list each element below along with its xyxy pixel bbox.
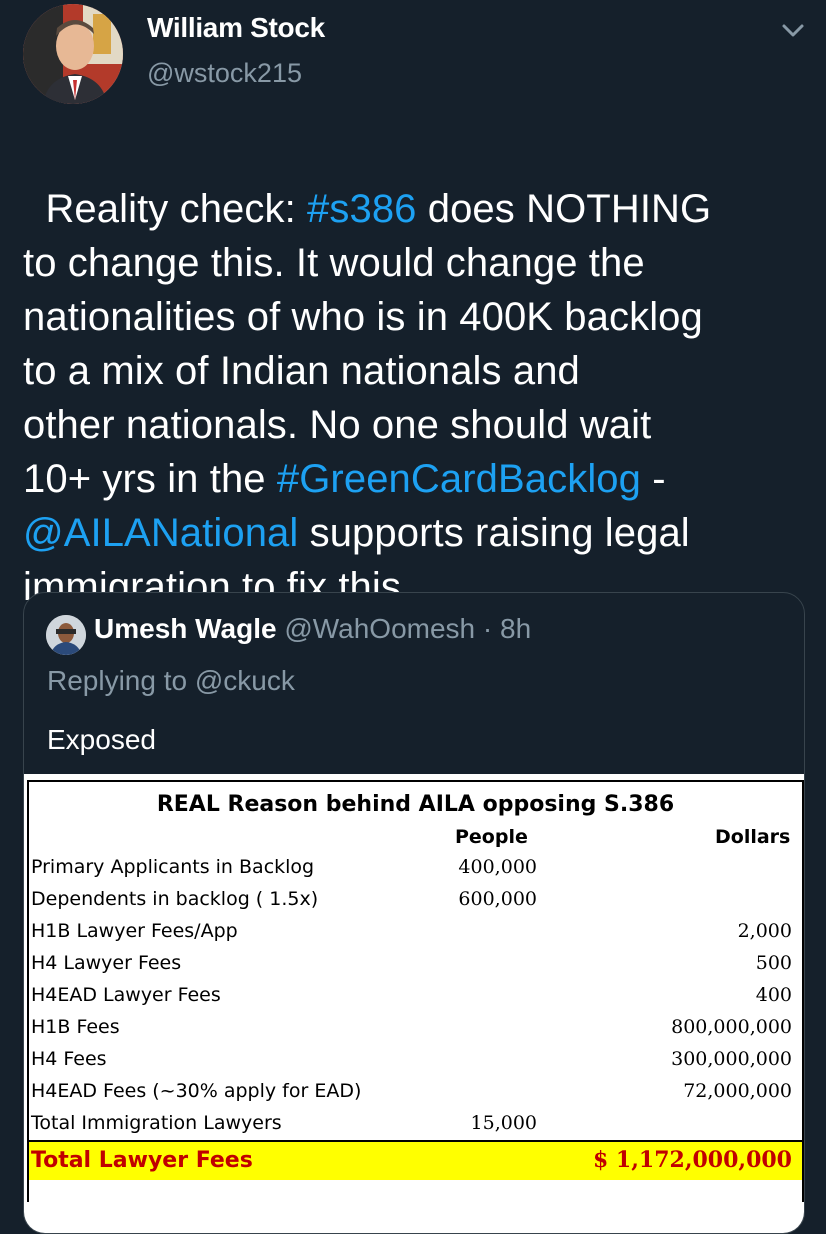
tweet-text-segment: - — [652, 457, 666, 501]
quoted-tweet-card[interactable]: Umesh Wagle @WahOomesh · 8h Replying to … — [23, 592, 805, 1234]
spreadsheet-image[interactable]: REAL Reason behind AILA opposing S.386 P… — [24, 774, 804, 1233]
quoted-author-meta: @WahOomesh · 8h — [276, 613, 532, 644]
tweet-header: William Stock @wstock215 — [0, 0, 826, 110]
table-row: H4 Fees 300,000,000 — [29, 1044, 802, 1076]
hashtag-link[interactable]: #GreenCardBacklog — [277, 457, 641, 501]
row-people: 15,000 — [470, 1112, 537, 1134]
table-row: Dependents in backlog ( 1.5x) 600,000 — [29, 884, 802, 916]
row-label: Primary Applicants in Backlog — [31, 856, 315, 878]
quoted-author-name[interactable]: Umesh Wagle — [94, 613, 277, 644]
column-header-people: People — [455, 826, 528, 848]
row-label: Total Immigration Lawyers — [31, 1112, 282, 1134]
row-label: H4 Lawyer Fees — [31, 952, 182, 974]
table-row: H4EAD Fees (~30% apply for EAD) 72,000,0… — [29, 1076, 802, 1108]
row-people: 400,000 — [458, 856, 537, 878]
table-row: Total Immigration Lawyers 15,000 — [29, 1108, 802, 1140]
author-handle[interactable]: @wstock215 — [147, 58, 302, 89]
row-label: Dependents in backlog ( 1.5x) — [31, 888, 319, 910]
row-label: H4 Fees — [31, 1048, 107, 1070]
quoted-text: Exposed — [47, 724, 156, 755]
chevron-down-icon[interactable] — [778, 18, 808, 42]
row-dollars: 500 — [755, 952, 792, 974]
table-row: H1B Fees 800,000,000 — [29, 1012, 802, 1044]
table-row: H4 Lawyer Fees 500 — [29, 948, 802, 980]
row-dollars: 2,000 — [737, 920, 792, 942]
sheet-title: REAL Reason behind AILA opposing S.386 — [156, 792, 675, 817]
table-row: Primary Applicants in Backlog 400,000 — [29, 852, 802, 884]
row-label: H1B Lawyer Fees/App — [31, 920, 238, 942]
spreadsheet-table: REAL Reason behind AILA opposing S.386 P… — [27, 780, 804, 1202]
row-label: H4EAD Lawyer Fees — [31, 984, 221, 1006]
mention-link[interactable]: @AILANational — [23, 511, 298, 555]
total-label: Total Lawyer Fees — [31, 1148, 253, 1173]
tweet-body: Reality check: #s386 does NOTHING to cha… — [23, 128, 813, 614]
row-dollars: 400 — [755, 984, 792, 1006]
row-dollars: 72,000,000 — [683, 1080, 792, 1102]
table-row: H1B Lawyer Fees/App 2,000 — [29, 916, 802, 948]
row-dollars: 800,000,000 — [671, 1016, 792, 1038]
total-dollars: $ 1,172,000,000 — [592, 1147, 792, 1173]
quoted-author-avatar — [46, 615, 86, 655]
row-people: 600,000 — [458, 888, 537, 910]
row-label: H4EAD Fees (~30% apply for EAD) — [31, 1080, 362, 1102]
hashtag-link[interactable]: #s386 — [307, 187, 416, 231]
author-display-name[interactable]: William Stock — [147, 12, 325, 44]
tweet-text-segment: does NOTHING to change this. It would ch… — [23, 187, 712, 501]
row-dollars: 300,000,000 — [671, 1048, 792, 1070]
row-label: H1B Fees — [31, 1016, 120, 1038]
replying-to: Replying to @ckuck — [47, 665, 295, 696]
total-row: Total Lawyer Fees $ 1,172,000,000 — [29, 1140, 802, 1180]
column-header-dollars: Dollars — [715, 826, 791, 848]
table-row: H4EAD Lawyer Fees 400 — [29, 980, 802, 1012]
quoted-header: Umesh Wagle @WahOomesh · 8h — [94, 613, 531, 645]
tweet-text-segment: Reality check: — [45, 187, 308, 231]
author-avatar[interactable] — [23, 4, 123, 104]
author-avatar-image — [23, 4, 123, 104]
